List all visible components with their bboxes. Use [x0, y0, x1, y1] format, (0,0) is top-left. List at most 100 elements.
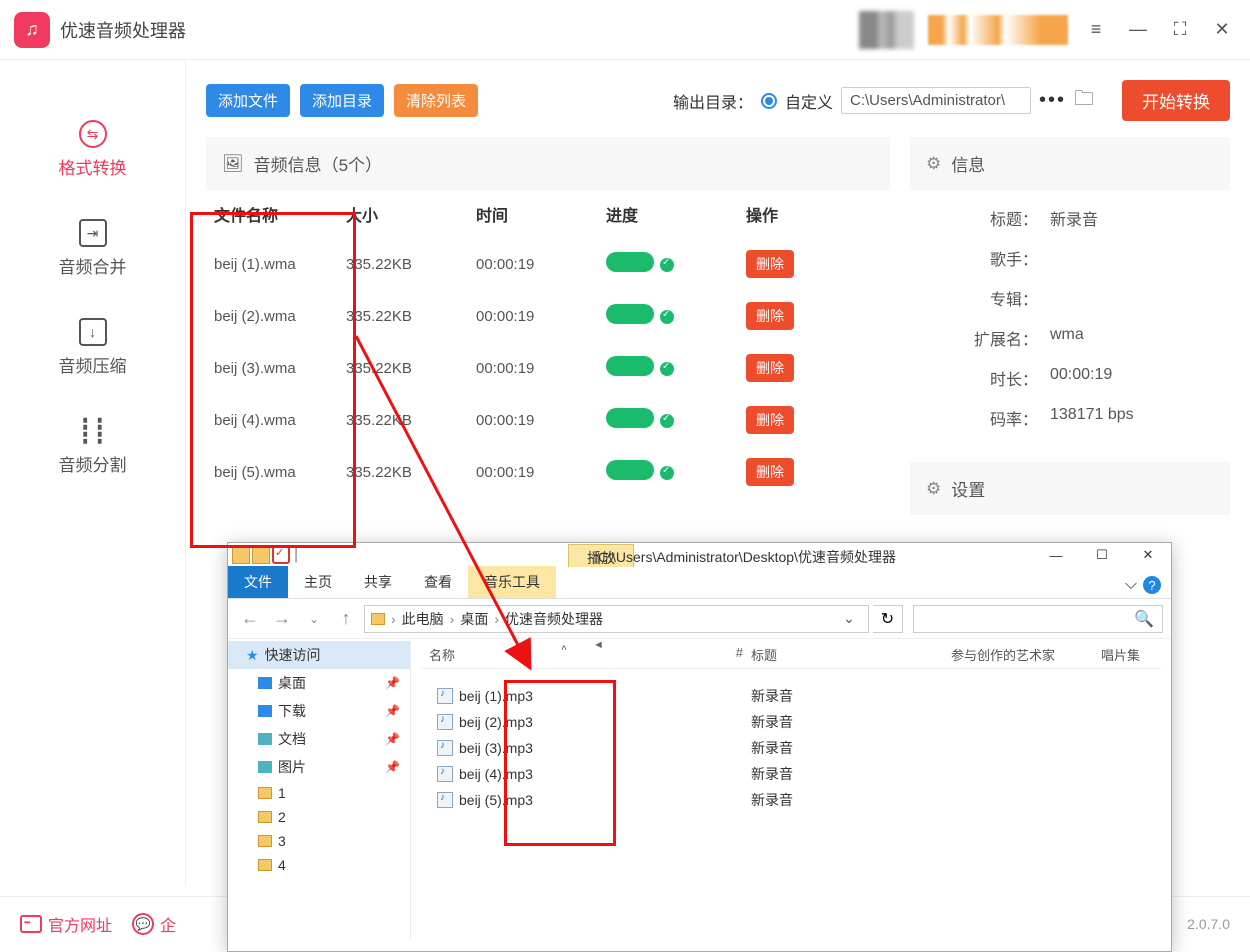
nav-up-icon[interactable]: ↑ — [332, 605, 360, 633]
gear-icon: ⚙ — [926, 154, 941, 174]
user-avatar[interactable] — [859, 11, 914, 49]
cell-progress — [606, 252, 746, 276]
compress-icon: ↓ — [79, 318, 107, 346]
explorer-sidebar-item[interactable]: 文档📌 — [228, 725, 410, 753]
explorer-file-row[interactable]: beij (5).mp3新录音 — [421, 787, 1161, 813]
ribbon-tab-music[interactable]: 音乐工具 — [468, 566, 556, 598]
cell-filename: beij (3).wma — [206, 360, 346, 377]
ribbon-tab-view[interactable]: 查看 — [408, 566, 468, 598]
col-artist[interactable]: 参与创作的艺术家 — [951, 645, 1101, 664]
user-banner[interactable] — [928, 15, 1068, 45]
merge-icon: ⇥ — [79, 219, 107, 247]
explorer-check-icon — [272, 546, 290, 564]
start-convert-button[interactable]: 开始转换 — [1122, 80, 1230, 121]
folder-icon — [258, 811, 272, 823]
explorer-file-row[interactable]: beij (3).mp3新录音 — [421, 735, 1161, 761]
folder-icon — [258, 787, 272, 799]
browse-dots-button[interactable]: ••• — [1039, 89, 1066, 112]
col-title[interactable]: 标题 — [751, 645, 951, 664]
ribbon-collapse-icon[interactable]: ⌵ — [1125, 576, 1137, 594]
star-icon: ★ — [246, 647, 259, 664]
nav-history-dropdown-icon[interactable]: ⌄ — [300, 605, 328, 633]
explorer-folder-icon — [232, 546, 250, 564]
explorer-maximize-icon[interactable]: ☐ — [1079, 544, 1125, 566]
sidebar-item-audio-merge[interactable]: ⇥ 音频合并 — [0, 219, 185, 278]
col-filename: 文件名称 — [206, 202, 346, 226]
sidebar-item-audio-split[interactable]: ┋┋ 音频分割 — [0, 417, 185, 476]
cell-size: 335.22KB — [346, 412, 476, 429]
explorer-sidebar-item[interactable]: 2 — [228, 805, 410, 829]
address-bar[interactable]: › 此电脑 › 桌面 › 优速音频处理器 ⌄ — [364, 605, 869, 633]
nav-back-icon[interactable]: ← — [236, 605, 264, 633]
explorer-sidebar-item[interactable]: 下载📌 — [228, 697, 410, 725]
explorer-minimize-icon[interactable]: — — [1033, 544, 1079, 566]
pin-icon: 📌 — [385, 760, 400, 774]
cell-filename: beij (4).wma — [206, 412, 346, 429]
folder-icon — [258, 733, 272, 745]
sidebar-item-format-convert[interactable]: ⇆ 格式转换 — [0, 120, 185, 179]
add-dir-button[interactable]: 添加目录 — [300, 84, 384, 117]
explorer-sidebar-item[interactable]: 桌面📌 — [228, 669, 410, 697]
col-album[interactable]: 唱片集 — [1101, 645, 1161, 664]
mp3-file-icon — [437, 792, 453, 808]
delete-button[interactable]: 删除 — [746, 354, 794, 382]
table-row[interactable]: beij (1).wma335.22KB00:00:19删除 — [206, 238, 890, 290]
explorer-sidebar-item[interactable]: 3 — [228, 829, 410, 853]
delete-button[interactable]: 删除 — [746, 302, 794, 330]
sidebar-quick-access[interactable]: ★ 快速访问 — [228, 641, 410, 669]
crumb[interactable]: 桌面 — [460, 609, 488, 629]
pin-icon: 📌 — [385, 704, 400, 718]
clear-list-button[interactable]: 清除列表 — [394, 84, 478, 117]
cell-size: 335.22KB — [346, 256, 476, 273]
explorer-file-row[interactable]: beij (2).mp3新录音 — [421, 709, 1161, 735]
cell-size: 335.22KB — [346, 360, 476, 377]
official-site-link[interactable]: 官方网址 — [20, 912, 112, 936]
cell-filename: beij (2).wma — [206, 308, 346, 325]
col-track-num[interactable]: # — [711, 645, 751, 664]
fullscreen-icon[interactable]: ⛶ — [1166, 16, 1194, 44]
chat-link[interactable]: 💬 企 — [132, 912, 176, 936]
cell-time: 00:00:19 — [476, 412, 606, 429]
minimize-icon[interactable]: — — [1124, 16, 1152, 44]
delete-button[interactable]: 删除 — [746, 250, 794, 278]
nav-forward-icon[interactable]: → — [268, 605, 296, 633]
cell-filename: beij (1).wma — [206, 256, 346, 273]
explorer-qat-separator: | — [294, 546, 298, 564]
menu-icon[interactable]: ≡ — [1082, 16, 1110, 44]
open-folder-icon[interactable]: 🗀 — [1074, 84, 1094, 118]
table-row[interactable]: beij (4).wma335.22KB00:00:19 删除 — [206, 394, 890, 446]
ribbon-tab-file[interactable]: 文件 — [228, 566, 288, 598]
info-label-album: 专辑： — [970, 286, 1038, 310]
check-icon — [660, 258, 674, 272]
explorer-close-icon[interactable]: ✕ — [1125, 544, 1171, 566]
custom-radio[interactable] — [761, 93, 777, 109]
ribbon-tab-home[interactable]: 主页 — [288, 566, 348, 598]
table-header: 文件名称 大小 时间 进度 操作 — [206, 190, 890, 238]
explorer-file-row[interactable]: beij (1).mp3新录音 — [421, 683, 1161, 709]
explorer-search-input[interactable]: 🔍 — [913, 605, 1163, 633]
refresh-icon[interactable]: ↻ — [873, 605, 903, 633]
table-row[interactable]: beij (5).wma335.22KB00:00:19删除 — [206, 446, 890, 498]
add-file-button[interactable]: 添加文件 — [206, 84, 290, 117]
help-icon[interactable]: ? — [1143, 576, 1161, 594]
delete-button[interactable]: 删除 — [746, 458, 794, 486]
ribbon-tab-share[interactable]: 共享 — [348, 566, 408, 598]
crumb[interactable]: 此电脑 — [402, 609, 444, 629]
table-row[interactable]: beij (3).wma335.22KB00:00:19删除 — [206, 342, 890, 394]
delete-button[interactable]: 删除 — [746, 406, 794, 434]
close-icon[interactable]: ✕ — [1208, 16, 1236, 44]
address-dropdown-icon[interactable]: ⌄ — [836, 610, 862, 627]
output-path-input[interactable]: C:\Users\Administrator\ — [841, 87, 1031, 114]
table-row[interactable]: beij (2).wma335.22KB00:00:19删除 — [206, 290, 890, 342]
explorer-sidebar-item[interactable]: 4 — [228, 853, 410, 877]
official-site-label: 官方网址 — [48, 912, 112, 936]
explorer-sidebar-item[interactable]: 1 — [228, 781, 410, 805]
crumb[interactable]: 优速音频处理器 — [505, 609, 603, 629]
check-icon — [660, 362, 674, 376]
explorer-sidebar-item[interactable]: 图片📌 — [228, 753, 410, 781]
sidebar-item-audio-compress[interactable]: ↓ 音频压缩 — [0, 318, 185, 377]
file-name: beij (2).mp3 — [459, 714, 533, 730]
explorer-file-row[interactable]: beij (4).mp3新录音 — [421, 761, 1161, 787]
sidebar-item-label: 文档 — [278, 729, 306, 749]
col-operation: 操作 — [746, 202, 826, 226]
